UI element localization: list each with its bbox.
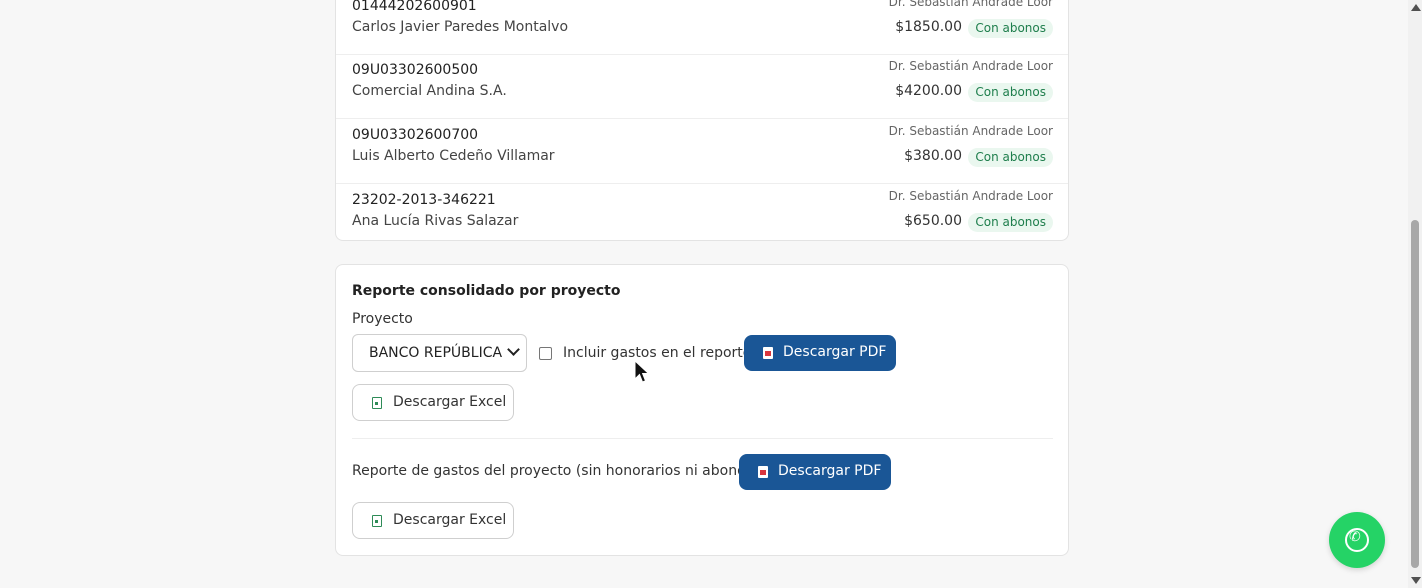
expenses-report-label: Reporte de gastos del proyecto (sin hono… [352, 463, 764, 479]
project-report-card: Reporte consolidado por proyecto Proyect… [335, 264, 1069, 556]
scroll-down-arrow-icon[interactable] [1411, 577, 1421, 584]
scrollbar-thumb[interactable] [1411, 220, 1419, 568]
phone-icon: ✆ [1349, 529, 1361, 545]
case-row[interactable]: 09U03302600500 Comercial Andina S.A. Dr.… [336, 55, 1068, 119]
include-expenses-label[interactable]: Incluir gastos en el reporte [563, 345, 751, 361]
scroll-up-arrow-icon[interactable] [1411, 4, 1421, 11]
case-amount: $650.00 [904, 213, 962, 229]
case-row[interactable]: 23202-2013-346221 Ana Lucía Rivas Salaza… [336, 185, 1068, 249]
file-pdf-icon [763, 347, 773, 359]
case-client: Comercial Andina S.A. [352, 83, 507, 99]
include-expenses-checkbox[interactable] [539, 347, 552, 360]
case-lawyer: Dr. Sebastián Andrade Loor [888, 59, 1053, 73]
cases-list-card: 01444202600901 Carlos Javier Paredes Mon… [335, 0, 1069, 241]
case-code: 09U03302600500 [352, 62, 479, 78]
status-badge: Con abonos [968, 83, 1053, 102]
status-badge: Con abonos [968, 19, 1053, 38]
case-code: 23202-2013-346221 [352, 192, 496, 208]
project-select-value: BANCO REPÚBLICA [369, 345, 503, 361]
case-lawyer: Dr. Sebastián Andrade Loor [888, 189, 1053, 203]
case-code: 01444202600901 [352, 0, 477, 14]
expenses-download-pdf-label: Descargar PDF [778, 463, 882, 479]
case-client: Luis Alberto Cedeño Villamar [352, 148, 555, 164]
case-lawyer: Dr. Sebastián Andrade Loor [888, 0, 1053, 9]
expenses-download-excel-button[interactable]: Descargar Excel [352, 502, 514, 539]
case-amount: $1850.00 [895, 19, 962, 35]
case-amount: $4200.00 [895, 83, 962, 99]
status-badge: Con abonos [968, 213, 1053, 232]
whatsapp-button[interactable]: ✆ [1329, 512, 1385, 568]
case-client: Ana Lucía Rivas Salazar [352, 213, 519, 229]
file-excel-icon [372, 515, 382, 527]
case-code: 09U03302600700 [352, 127, 479, 143]
download-pdf-button[interactable]: Descargar PDF [744, 335, 896, 371]
report-section-title: Reporte consolidado por proyecto [352, 283, 621, 299]
expenses-download-pdf-button[interactable]: Descargar PDF [739, 454, 891, 490]
vertical-scrollbar[interactable] [1408, 0, 1422, 588]
chevron-down-icon [507, 343, 520, 356]
project-select[interactable]: BANCO REPÚBLICA [352, 334, 527, 372]
case-row[interactable]: 09U03302600700 Luis Alberto Cedeño Villa… [336, 120, 1068, 184]
project-field-label: Proyecto [352, 311, 413, 327]
download-excel-label: Descargar Excel [393, 394, 507, 410]
expenses-download-excel-label: Descargar Excel [393, 512, 507, 528]
download-excel-button[interactable]: Descargar Excel [352, 384, 514, 421]
mouse-cursor-icon [634, 359, 650, 383]
status-badge: Con abonos [968, 148, 1053, 167]
section-divider [352, 438, 1053, 439]
case-amount: $380.00 [904, 148, 962, 164]
file-excel-icon [372, 397, 382, 409]
download-pdf-label: Descargar PDF [783, 344, 887, 360]
case-client: Carlos Javier Paredes Montalvo [352, 19, 569, 35]
case-row[interactable]: 01444202600901 Carlos Javier Paredes Mon… [336, 0, 1068, 55]
file-pdf-icon [758, 466, 768, 478]
case-lawyer: Dr. Sebastián Andrade Loor [888, 124, 1053, 138]
